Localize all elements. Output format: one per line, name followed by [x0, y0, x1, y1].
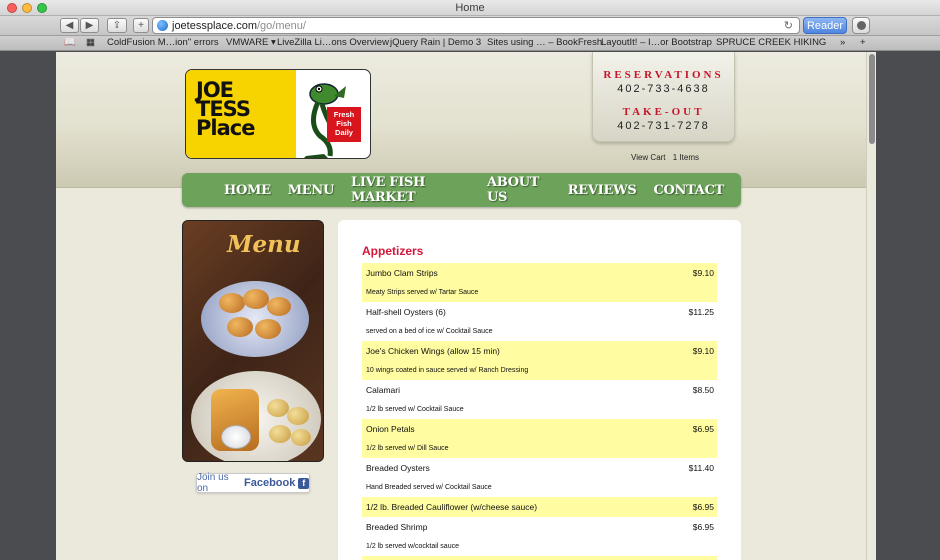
downloads-button[interactable] [852, 17, 870, 34]
takeout-label: TAKE-OUT [622, 106, 705, 118]
menu-item: Breaded Shrimp $6.95 1/2 lb served w/coc… [362, 517, 717, 556]
cart-summary: View Cart 1 Items [631, 153, 704, 162]
facebook-prefix: Join us on [197, 472, 229, 494]
facebook-brand: Facebook [244, 477, 296, 489]
view-cart-link[interactable]: View Cart [631, 153, 666, 162]
item-name: Breaded Oysters [366, 463, 430, 473]
main-nav: HOME MENU LIVE FISH MARKET ABOUT US REVI… [182, 173, 741, 207]
item-desc: served on a bed of ice w/ Cocktail Sauce [366, 328, 493, 335]
menu-image-title: Menu [227, 231, 301, 258]
sauce-cup [221, 425, 251, 449]
item-price: $6.95 [692, 502, 714, 512]
item-price: $11.25 [688, 307, 714, 317]
window-titlebar: Home [0, 0, 940, 16]
share-button[interactable]: ⇪ [107, 18, 127, 33]
item-desc: 1/2 lb served w/cocktail sauce [366, 543, 459, 550]
item-desc: 10 wings coated in sauce served w/ Ranch… [366, 367, 529, 374]
globe-icon [157, 20, 168, 31]
bookmark-item[interactable]: LiveZilla Li…ons Overview [277, 37, 389, 48]
nav-contact[interactable]: CONTACT [653, 183, 724, 198]
item-desc: Hand Breaded served w/ Cocktail Sauce [366, 484, 492, 491]
nav-reviews[interactable]: REVIEWS [568, 183, 637, 198]
menu-item: Half-shell Oysters (6) $11.25 served on … [362, 302, 717, 341]
logo-line: Place [196, 116, 255, 140]
menu-item: Breaded Oysters $11.40 Hand Breaded serv… [362, 458, 717, 497]
fresh-fish-badge: Fresh Fish Daily [327, 107, 361, 142]
logo-text: JOE TESS Place [196, 80, 255, 140]
reservations-label: RESERVATIONS [603, 69, 724, 81]
bookmark-item[interactable]: Sites using … – BookFresh [487, 37, 602, 48]
bookmarks-bar: 📖 ▦ ColdFusion M…ion" errors VMWARE ▾ Li… [0, 36, 940, 51]
address-bar[interactable]: joetessplace.com/go/menu/ ↻ [152, 17, 800, 34]
bookmark-item[interactable]: ColdFusion M…ion" errors [107, 37, 219, 48]
menu-items: Jumbo Clam Strips $9.10 Meaty Strips ser… [362, 263, 717, 560]
nav-menu[interactable]: MENU [288, 183, 335, 198]
top-sites-icon[interactable]: ▦ [86, 37, 95, 48]
nav-about-us[interactable]: ABOUT US [487, 175, 551, 205]
item-desc: 1/2 lb served w/ Dill Sauce [366, 445, 449, 452]
menu-item-partial [362, 556, 717, 560]
item-price: $6.95 [692, 522, 714, 532]
item-name: Breaded Shrimp [366, 522, 428, 532]
item-name: 1/2 lb. Breaded Cauliflower (w/cheese sa… [366, 502, 538, 512]
menu-photo: Menu [182, 220, 324, 462]
reservations-phone[interactable]: 402-733-4638 [593, 83, 734, 95]
url-host: joetessplace.com [172, 19, 257, 32]
more-bookmarks-icon[interactable]: » [840, 37, 845, 48]
bookmark-item[interactable]: LayoutIt! – I…or Bootstrap [601, 37, 712, 48]
reader-button[interactable]: Reader [803, 17, 847, 34]
menu-item: 1/2 lb. Breaded Cauliflower (w/cheese sa… [362, 497, 717, 517]
section-title: Appetizers [362, 244, 424, 258]
window-title: Home [455, 2, 485, 14]
item-price: $8.50 [692, 385, 714, 395]
reading-list-icon[interactable]: 📖 [64, 37, 76, 48]
phone-box: RESERVATIONS 402-733-4638 TAKE-OUT 402-7… [592, 52, 735, 142]
browser-toolbar: ◀ ▶ ⇪ + joetessplace.com/go/menu/ ↻ Read… [0, 16, 940, 36]
menu-panel: Appetizers Jumbo Clam Strips $9.10 Meaty… [338, 220, 741, 560]
add-bookmark-button[interactable]: + [133, 18, 149, 33]
item-name: Onion Petals [366, 424, 415, 434]
menu-item: Jumbo Clam Strips $9.10 Meaty Strips ser… [362, 263, 717, 302]
menu-item: Joe's Chicken Wings (allow 15 min) $9.10… [362, 341, 717, 380]
item-name: Half-shell Oysters (6) [366, 307, 446, 317]
reload-icon[interactable]: ↻ [784, 19, 793, 32]
takeout-phone[interactable]: 402-731-7278 [593, 120, 734, 132]
back-button[interactable]: ◀ [60, 18, 79, 33]
forward-arrow-icon: ▶ [85, 20, 94, 31]
facebook-icon: f [298, 477, 309, 489]
item-price: $9.10 [692, 346, 714, 356]
item-name: Calamari [366, 385, 401, 395]
facebook-button[interactable]: Join us on Facebook f [196, 472, 310, 494]
cart-count: 1 Items [672, 153, 699, 162]
menu-item: Onion Petals $6.95 1/2 lb served w/ Dill… [362, 419, 717, 458]
web-page: JOE TESS Place Fresh Fish Daily RESERVAT… [56, 52, 866, 560]
share-icon: ⇪ [112, 20, 122, 31]
item-price: $11.40 [688, 463, 714, 473]
plus-icon: + [138, 20, 144, 31]
nav-home[interactable]: HOME [224, 183, 271, 198]
item-name: Jumbo Clam Strips [366, 268, 438, 278]
new-tab-icon[interactable]: + [860, 37, 866, 48]
item-price: $9.10 [692, 268, 714, 278]
bookmark-item[interactable]: VMWARE ▾ [226, 37, 276, 48]
menu-item: Calamari $8.50 1/2 lb served w/ Cocktail… [362, 380, 717, 419]
site-header: JOE TESS Place Fresh Fish Daily RESERVAT… [56, 52, 866, 188]
page-scrollbar[interactable] [866, 52, 876, 560]
scrollbar-thumb[interactable] [869, 54, 875, 144]
url-path: /go/menu/ [257, 19, 306, 32]
item-price: $6.95 [692, 424, 714, 434]
back-arrow-icon: ◀ [65, 20, 74, 31]
bookmark-item[interactable]: jQuery Rain | Demo 3 [390, 37, 481, 48]
bookmark-item[interactable]: SPRUCE CREEK HIKING [716, 37, 826, 48]
item-name: Joe's Chicken Wings (allow 15 min) [366, 346, 500, 356]
site-logo[interactable]: JOE TESS Place Fresh Fish Daily [185, 69, 371, 159]
item-desc: Meaty Strips served w/ Tartar Sauce [366, 289, 479, 296]
nav-live-fish-market[interactable]: LIVE FISH MARKET [351, 175, 470, 205]
forward-button[interactable]: ▶ [80, 18, 99, 33]
item-desc: 1/2 lb served w/ Cocktail Sauce [366, 406, 464, 413]
